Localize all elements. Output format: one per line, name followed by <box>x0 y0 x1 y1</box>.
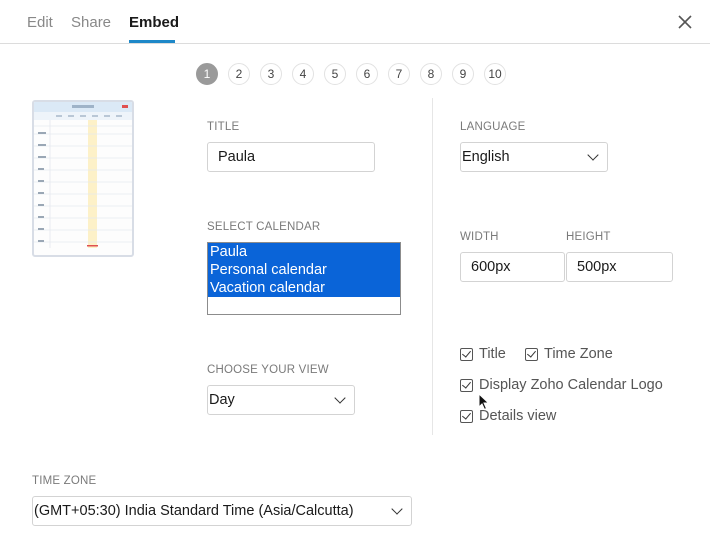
step-2[interactable]: 2 <box>228 63 250 85</box>
width-input-value: 600px <box>471 259 511 275</box>
logo-checkbox[interactable] <box>460 378 473 392</box>
tab-bar: Edit Share Embed <box>0 0 710 44</box>
option-details-label: Details view <box>479 408 557 424</box>
title-input-value: Paula <box>218 149 256 165</box>
height-input[interactable]: 500px <box>566 252 673 282</box>
tab-share[interactable]: Share <box>71 14 111 31</box>
title-checkbox[interactable] <box>460 347 473 361</box>
option-title: Title <box>460 346 506 362</box>
calendar-preview-thumbnail[interactable] <box>32 100 134 257</box>
width-label: WIDTH <box>460 231 499 243</box>
time-zone-checkbox[interactable] <box>525 347 538 361</box>
timezone-label: TIME ZONE <box>32 475 97 487</box>
chevron-down-icon <box>587 149 599 161</box>
timezone-select[interactable]: (GMT+05:30) India Standard Time (Asia/Ca… <box>32 496 412 526</box>
option-details: Details view <box>460 408 556 424</box>
select-calendar-label: SELECT CALENDAR <box>207 221 321 233</box>
title-label: TITLE <box>207 121 240 133</box>
close-icon[interactable] <box>676 13 694 31</box>
option-title-label: Title <box>479 346 506 362</box>
language-select[interactable]: English <box>460 142 608 172</box>
height-input-value: 500px <box>577 259 617 275</box>
timezone-select-value: (GMT+05:30) India Standard Time (Asia/Ca… <box>34 503 354 519</box>
step-6[interactable]: 6 <box>356 63 378 85</box>
calendar-option-vacation[interactable]: Vacation calendar <box>208 279 400 297</box>
language-select-value: English <box>462 149 510 165</box>
title-input[interactable]: Paula <box>207 142 375 172</box>
column-divider <box>432 98 433 435</box>
step-8[interactable]: 8 <box>420 63 442 85</box>
tab-edit[interactable]: Edit <box>27 14 53 31</box>
step-3[interactable]: 3 <box>260 63 282 85</box>
width-input[interactable]: 600px <box>460 252 565 282</box>
chevron-down-icon <box>391 503 403 515</box>
step-1[interactable]: 1 <box>196 63 218 85</box>
calendar-listbox[interactable]: Paula Personal calendar Vacation calenda… <box>207 242 401 315</box>
view-select[interactable]: Day <box>207 385 355 415</box>
option-time-zone-label: Time Zone <box>544 346 613 362</box>
tab-embed[interactable]: Embed <box>129 14 179 31</box>
step-5[interactable]: 5 <box>324 63 346 85</box>
step-7[interactable]: 7 <box>388 63 410 85</box>
active-tab-indicator <box>129 40 175 43</box>
option-time-zone: Time Zone <box>525 346 613 362</box>
view-label: CHOOSE YOUR VIEW <box>207 364 329 376</box>
step-4[interactable]: 4 <box>292 63 314 85</box>
calendar-option-personal[interactable]: Personal calendar <box>208 261 400 279</box>
chevron-down-icon <box>334 392 346 404</box>
details-checkbox[interactable] <box>460 409 473 423</box>
view-select-value: Day <box>209 392 235 408</box>
height-label: HEIGHT <box>566 231 611 243</box>
option-logo: Display Zoho Calendar Logo <box>460 377 663 393</box>
option-logo-label: Display Zoho Calendar Logo <box>479 377 663 393</box>
step-10[interactable]: 10 <box>484 63 506 85</box>
mouse-pointer-icon <box>478 393 490 411</box>
language-label: LANGUAGE <box>460 121 526 133</box>
calendar-option-paula[interactable]: Paula <box>208 243 400 261</box>
step-9[interactable]: 9 <box>452 63 474 85</box>
calendar-preview-image <box>34 102 132 248</box>
